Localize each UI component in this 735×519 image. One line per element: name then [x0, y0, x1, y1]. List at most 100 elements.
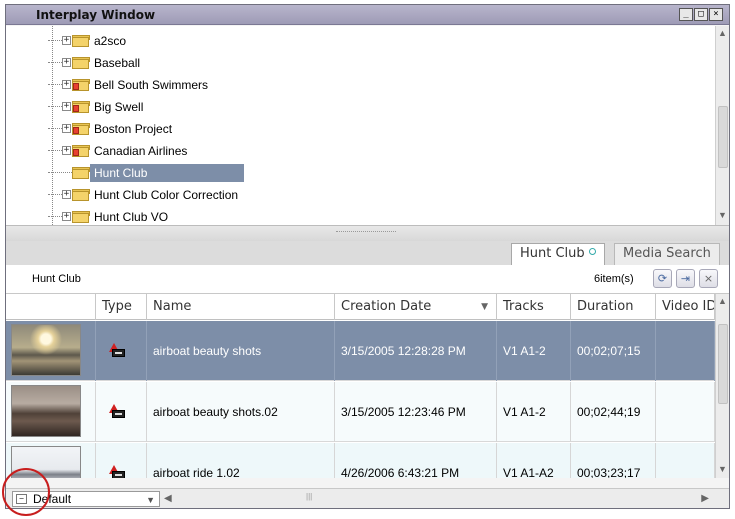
tree-branch-line [48, 84, 62, 85]
scroll-left-icon[interactable]: ◀ [164, 493, 172, 504]
tree-item-label: Hunt Club VO [94, 210, 169, 224]
title-bar[interactable]: Interplay Window _ □ × [6, 5, 729, 25]
minimize-button[interactable]: _ [679, 8, 693, 21]
folder-icon [72, 57, 90, 69]
name-cell: airboat ride 1.02 [147, 443, 335, 478]
close-tab-button[interactable]: × [699, 269, 718, 288]
name-cell: airboat beauty shots [147, 321, 335, 381]
type-cell [96, 443, 147, 478]
expand-icon[interactable]: + [62, 58, 71, 67]
tab-strip: Hunt Club Media Search [6, 241, 729, 265]
expand-icon[interactable]: + [62, 124, 71, 133]
duration-cell: 00;03;23;17 [571, 443, 656, 478]
expand-icon[interactable]: + [62, 102, 71, 111]
expand-icon[interactable]: + [62, 212, 71, 221]
table-vertical-scrollbar[interactable]: ▲ ▼ [715, 294, 729, 478]
column-header-tracks[interactable]: Tracks [497, 294, 571, 320]
table-row[interactable]: airboat beauty shots 3/15/2005 12:28:28 … [6, 321, 715, 381]
column-header-thumbnail[interactable] [6, 294, 96, 320]
tracks-cell: V1 A1-2 [497, 382, 571, 442]
tracks-cell: V1 A1-2 [497, 321, 571, 381]
pane-splitter[interactable] [6, 225, 729, 241]
interplay-window: Interplay Window _ □ × + a2sco + Basebal… [5, 4, 730, 509]
tree-branch-line [48, 128, 62, 129]
status-dot-icon [588, 248, 596, 255]
master-clip-icon [109, 343, 125, 357]
column-header-duration[interactable]: Duration [571, 294, 656, 320]
video-id-cell [656, 382, 715, 442]
tree-item-boston-project[interactable]: + Boston Project [48, 120, 175, 138]
tree-branch-line [48, 62, 62, 63]
folder-icon [72, 35, 90, 47]
video-id-cell [656, 321, 715, 381]
scroll-down-icon[interactable]: ▼ [718, 210, 727, 220]
tree-branch-line [48, 216, 62, 217]
tree-item-hunt-club-vo[interactable]: + Hunt Club VO [48, 208, 171, 225]
expand-icon[interactable]: + [62, 80, 71, 89]
scroll-up-icon[interactable]: ▲ [718, 28, 727, 38]
tab-hunt-club[interactable]: Hunt Club [511, 243, 605, 265]
tree-item-label: Big Swell [94, 100, 144, 114]
expand-icon[interactable]: + [62, 36, 71, 45]
refresh-button[interactable]: ⟳ [653, 269, 672, 288]
tree-branch-line [48, 40, 62, 41]
master-clip-icon [109, 465, 125, 478]
tree-item-baseball[interactable]: + Baseball [48, 54, 143, 72]
table-row[interactable]: airboat beauty shots.02 3/15/2005 12:23:… [6, 382, 715, 442]
tree-item-hunt-club[interactable]: Hunt Club [48, 164, 252, 182]
table-header: Type Name Creation Date ▼ Tracks Duratio… [6, 294, 715, 320]
type-cell [96, 382, 147, 442]
clip-thumbnail [11, 324, 81, 376]
column-header-label: Creation Date [341, 299, 432, 314]
tree-item-big-swell[interactable]: + Big Swell [48, 98, 146, 116]
tree-branch-line [48, 106, 62, 107]
maximize-button[interactable]: □ [694, 8, 708, 21]
column-header-video-id[interactable]: Video ID [656, 294, 715, 320]
tree-item-bell-south-swimmers[interactable]: + Bell South Swimmers [48, 76, 211, 94]
shared-folder-icon [72, 79, 90, 91]
sort-descending-icon[interactable]: ▼ [481, 294, 488, 320]
tree-item-label: Baseball [94, 56, 141, 70]
tracks-cell: V1 A1-A2 [497, 443, 571, 478]
tree-item-label: Boston Project [94, 122, 173, 136]
duration-cell: 00;02;44;19 [571, 382, 656, 442]
master-clip-icon [109, 404, 125, 418]
expand-icon[interactable]: + [62, 146, 71, 155]
column-header-type[interactable]: Type [96, 294, 147, 320]
splitter-grip[interactable] [336, 231, 396, 232]
close-button[interactable]: × [709, 8, 723, 21]
tree-item-canadian-airlines[interactable]: + Canadian Airlines [48, 142, 190, 160]
scroll-up-icon[interactable]: ▲ [718, 296, 727, 306]
name-cell: airboat beauty shots.02 [147, 382, 335, 442]
scroll-thumb[interactable] [718, 324, 728, 404]
tree-item-a2sco[interactable]: + a2sco [48, 32, 129, 50]
column-header-name[interactable]: Name [147, 294, 335, 320]
assets-table: Type Name Creation Date ▼ Tracks Duratio… [6, 294, 729, 478]
folder-icon [72, 189, 90, 201]
horizontal-scroll-thumb[interactable]: ||| [306, 492, 312, 501]
bin-info-bar: Hunt Club 6item(s) ⟳ ⇥ × [6, 265, 729, 294]
tree-item-hunt-club-color-correction[interactable]: + Hunt Club Color Correction [48, 186, 241, 204]
column-header-creation-date[interactable]: Creation Date ▼ [335, 294, 497, 320]
creation-date-cell: 4/26/2006 6:43:21 PM [335, 443, 497, 478]
folder-icon [72, 167, 90, 179]
thumbnail-cell [6, 382, 96, 442]
chevron-down-icon[interactable]: ▼ [146, 493, 155, 507]
folder-icon [72, 211, 90, 223]
tree-item-label: Hunt Club Color Correction [94, 188, 239, 202]
type-cell [96, 321, 147, 381]
tab-media-search[interactable]: Media Search [614, 243, 720, 265]
scroll-right-icon[interactable]: ▶ [701, 493, 709, 504]
pin-button[interactable]: ⇥ [676, 269, 695, 288]
scroll-thumb[interactable] [718, 106, 728, 168]
tree-item-label: Canadian Airlines [94, 144, 188, 158]
tree-vertical-scrollbar[interactable]: ▲ ▼ [715, 26, 729, 225]
creation-date-cell: 3/15/2005 12:28:28 PM [335, 321, 497, 381]
window-controls: _ □ × [679, 8, 723, 21]
scroll-down-icon[interactable]: ▼ [718, 464, 727, 474]
creation-date-cell: 3/15/2005 12:23:46 PM [335, 382, 497, 442]
tab-label: Media Search [623, 246, 711, 261]
tree-connector-line [52, 26, 53, 225]
table-row[interactable]: airboat ride 1.02 4/26/2006 6:43:21 PM V… [6, 443, 715, 478]
expand-icon[interactable]: + [62, 190, 71, 199]
